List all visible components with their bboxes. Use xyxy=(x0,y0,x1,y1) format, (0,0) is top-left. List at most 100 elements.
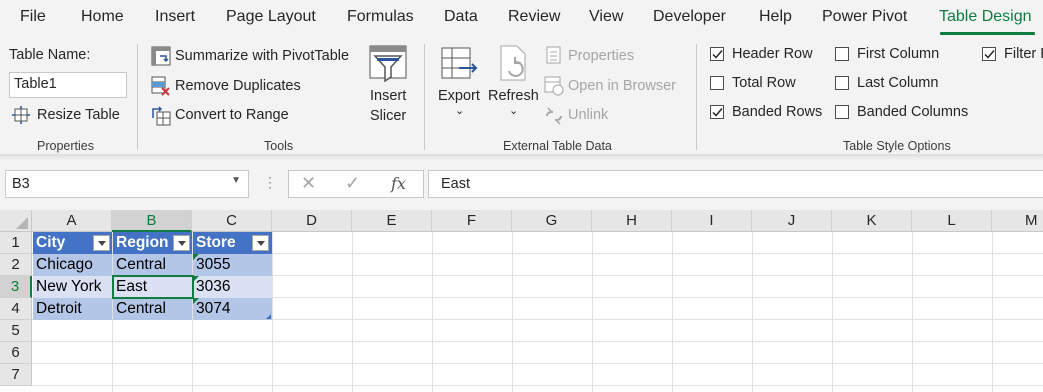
row-header-7[interactable]: 7 xyxy=(0,364,32,386)
table-cell[interactable]: Central xyxy=(113,298,192,320)
properties-icon xyxy=(546,46,562,69)
active-tab-indicator xyxy=(940,32,1035,35)
error-indicator-icon[interactable] xyxy=(193,254,199,260)
banded-columns-checkbox[interactable] xyxy=(835,105,849,119)
table-name-input[interactable]: Table1 xyxy=(9,72,127,98)
gridline xyxy=(32,363,1043,364)
table-cell[interactable]: 3036 xyxy=(193,276,272,298)
pivot-table-icon xyxy=(151,46,171,71)
remove-duplicates-button[interactable]: Remove Duplicates xyxy=(175,78,301,94)
gridline xyxy=(752,232,753,392)
header-row-checkbox[interactable] xyxy=(710,47,724,61)
tab-data[interactable]: Data xyxy=(444,8,478,26)
tab-power-pivot[interactable]: Power Pivot xyxy=(822,8,907,26)
formula-buttons: ✕ ✓ fx xyxy=(288,170,424,198)
total-row-checkbox[interactable] xyxy=(710,76,724,90)
gridline xyxy=(352,232,353,392)
group-separator xyxy=(137,44,138,150)
export-chevron-icon[interactable]: ⌄ xyxy=(455,104,464,117)
remove-duplicates-icon xyxy=(151,76,171,101)
column-header-e[interactable]: E xyxy=(352,210,432,232)
gridline xyxy=(32,341,1043,342)
row-header-4[interactable]: 4 xyxy=(0,298,32,320)
filter-dropdown-button[interactable] xyxy=(252,235,269,251)
resize-table-icon xyxy=(12,106,30,129)
formula-value: East xyxy=(441,176,471,192)
table-cell[interactable]: Chicago xyxy=(33,254,112,276)
row-header-1[interactable]: 1 xyxy=(0,232,32,254)
resize-table-button[interactable]: Resize Table xyxy=(37,107,120,123)
total-row-label: Total Row xyxy=(732,75,796,91)
refresh-button[interactable]: Refresh xyxy=(488,88,539,104)
cancel-icon[interactable]: ✕ xyxy=(301,173,316,194)
header-row-label: Header Row xyxy=(732,46,813,62)
table-cell[interactable]: Central xyxy=(113,254,192,276)
open-in-browser-icon xyxy=(544,76,564,101)
column-header-a[interactable]: A xyxy=(32,210,112,232)
column-header-m[interactable]: M xyxy=(992,210,1043,232)
column-header-j[interactable]: J xyxy=(752,210,832,232)
column-header-k[interactable]: K xyxy=(832,210,912,232)
row-header-3[interactable]: 3 xyxy=(0,276,32,298)
tab-page-layout[interactable]: Page Layout xyxy=(226,8,316,26)
export-button[interactable]: Export xyxy=(438,88,480,104)
tab-review[interactable]: Review xyxy=(508,8,560,26)
table-name-label: Table Name: xyxy=(9,47,91,63)
name-box[interactable]: B3 ▼ xyxy=(5,170,249,198)
tab-file[interactable]: File xyxy=(20,8,46,26)
banded-columns-label: Banded Columns xyxy=(857,104,969,120)
column-header-c[interactable]: C xyxy=(192,210,272,232)
last-column-checkbox[interactable] xyxy=(835,76,849,90)
column-header-h[interactable]: H xyxy=(592,210,672,232)
tab-home[interactable]: Home xyxy=(81,8,124,26)
column-header-i[interactable]: I xyxy=(672,210,752,232)
gridline xyxy=(832,232,833,392)
open-in-browser-button[interactable]: Open in Browser xyxy=(568,78,676,94)
banded-rows-checkbox[interactable] xyxy=(710,105,724,119)
refresh-chevron-icon[interactable]: ⌄ xyxy=(509,104,518,117)
gridline xyxy=(912,232,913,392)
insert-slicer-label-2[interactable]: Slicer xyxy=(370,108,406,124)
select-all-corner[interactable] xyxy=(0,210,32,232)
filter-button-checkbox[interactable] xyxy=(982,47,996,61)
table-cell[interactable]: New York xyxy=(33,276,112,298)
name-box-value: B3 xyxy=(12,176,30,192)
column-header-g[interactable]: G xyxy=(512,210,592,232)
insert-slicer-label-1[interactable]: Insert xyxy=(370,88,406,104)
column-header-b[interactable]: B xyxy=(112,210,192,232)
tab-insert[interactable]: Insert xyxy=(155,8,195,26)
row-header-2[interactable]: 2 xyxy=(0,254,32,276)
filter-dropdown-button[interactable] xyxy=(173,235,190,251)
row-header-6[interactable]: 6 xyxy=(0,342,32,364)
insert-slicer-icon xyxy=(369,45,407,90)
tab-formulas[interactable]: Formulas xyxy=(347,8,414,26)
unlink-button[interactable]: Unlink xyxy=(568,107,608,123)
table-cell[interactable]: 3074 xyxy=(193,298,272,320)
tab-developer[interactable]: Developer xyxy=(653,8,726,26)
column-header-l[interactable]: L xyxy=(912,210,992,232)
table-cell[interactable]: Detroit xyxy=(33,298,112,320)
column-header-f[interactable]: F xyxy=(432,210,512,232)
table-resize-handle[interactable] xyxy=(266,314,271,319)
first-column-label: First Column xyxy=(857,46,940,62)
tab-table-design[interactable]: Table Design xyxy=(939,8,1032,26)
row-header-5[interactable]: 5 xyxy=(0,320,32,342)
name-box-dropdown-icon[interactable]: ▼ xyxy=(231,175,241,186)
tab-help[interactable]: Help xyxy=(759,8,792,26)
summarize-pivot-button[interactable]: Summarize with PivotTable xyxy=(175,48,349,64)
gridline xyxy=(32,385,1043,386)
formula-input[interactable]: East xyxy=(428,170,1043,198)
column-header-d[interactable]: D xyxy=(272,210,352,232)
group-label-style-options: Table Style Options xyxy=(843,139,951,153)
unlink-icon xyxy=(544,106,564,131)
more-options-icon[interactable]: ⋮ xyxy=(263,174,277,191)
enter-icon[interactable]: ✓ xyxy=(345,173,360,194)
last-column-label: Last Column xyxy=(857,75,939,91)
table-cell[interactable]: 3055 xyxy=(193,254,272,276)
properties-button[interactable]: Properties xyxy=(568,48,634,64)
first-column-checkbox[interactable] xyxy=(835,47,849,61)
convert-to-range-button[interactable]: Convert to Range xyxy=(175,107,289,123)
tab-view[interactable]: View xyxy=(589,8,623,26)
insert-function-icon[interactable]: fx xyxy=(391,174,406,193)
filter-dropdown-button[interactable] xyxy=(93,235,110,251)
